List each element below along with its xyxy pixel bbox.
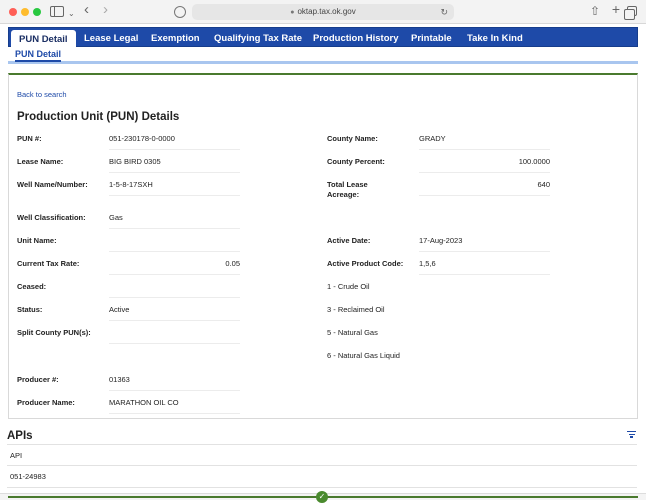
tab-production-history[interactable]: Production History xyxy=(313,28,399,48)
tab-exemption[interactable]: Exemption xyxy=(151,28,200,48)
tab-take-in-kind[interactable]: Take In Kind xyxy=(467,28,523,48)
producer-number-label: Producer #: xyxy=(17,375,59,384)
sub-tab-pun-detail[interactable]: PUN Detail xyxy=(15,49,62,62)
back-arrow-icon[interactable]: ‹ xyxy=(84,2,89,17)
filter-icon[interactable] xyxy=(627,431,636,439)
status-label: Status: xyxy=(17,305,43,314)
pun-label: PUN #: xyxy=(17,134,42,143)
active-date-value: 17-Aug-2023 xyxy=(419,236,550,252)
active-product-code-label: Active Product Code: xyxy=(327,259,404,268)
producer-number-value: 01363 xyxy=(109,375,240,391)
tab-lease-legal[interactable]: Lease Legal xyxy=(84,28,138,48)
well-name-value: 1-5-8-17SXH xyxy=(109,180,240,196)
product-code-item: 6 - Natural Gas Liquid xyxy=(327,351,400,360)
apis-section-title: APIs xyxy=(7,430,33,442)
section-title: Production Unit (PUN) Details xyxy=(17,111,180,123)
chevron-down-icon[interactable]: ⌄ xyxy=(68,7,75,21)
check-circle-icon[interactable]: ✓ xyxy=(316,491,328,503)
table-row: 051-24983 xyxy=(7,466,637,488)
site-settings-icon[interactable] xyxy=(174,6,186,18)
browser-toolbar: ⌄ ‹ › ● oktap.tax.ok.gov ↻ ⇧ + xyxy=(0,0,646,24)
product-code-item: 5 - Natural Gas xyxy=(327,328,378,337)
tab-qualifying-tax-rate[interactable]: Qualifying Tax Rate xyxy=(214,28,302,48)
total-lease-acreage-label: Total Lease Acreage: xyxy=(327,180,368,199)
lease-name-value: BIG BIRD 0305 xyxy=(109,157,240,173)
apis-table: API 051-24983 xyxy=(7,444,637,488)
county-name-label: County Name: xyxy=(327,134,378,143)
product-code-item: 3 - Reclaimed Oil xyxy=(327,305,385,314)
total-lease-acreage-value: 640 xyxy=(419,180,550,196)
lease-name-label: Lease Name: xyxy=(17,157,64,166)
forward-arrow-icon[interactable]: › xyxy=(103,2,108,17)
ceased-value xyxy=(109,282,240,298)
well-classification-label: Well Classification: xyxy=(17,213,86,222)
share-icon[interactable]: ⇧ xyxy=(590,4,600,18)
tab-printable[interactable]: Printable xyxy=(411,28,452,48)
apis-table-header: API xyxy=(7,444,637,466)
tax-rate-label: Current Tax Rate: xyxy=(17,259,80,268)
unit-name-label: Unit Name: xyxy=(17,236,57,245)
producer-name-value: MARATHON OIL CO xyxy=(109,398,240,414)
county-percent-label: County Percent: xyxy=(327,157,385,166)
unit-name-value xyxy=(109,236,240,252)
lock-icon: ● xyxy=(290,9,295,16)
pun-value: 051-230178-0-0000 xyxy=(109,134,240,150)
sub-tab-bar: PUN Detail xyxy=(8,47,638,64)
split-county-label: Split County PUN(s): xyxy=(17,328,91,337)
main-tab-bar: PUN Detail Lease Legal Exemption Qualify… xyxy=(8,27,638,49)
url-text: oktap.tax.ok.gov xyxy=(297,7,356,16)
sidebar-toggle-icon[interactable] xyxy=(50,6,64,17)
back-to-search-link[interactable]: Back to search xyxy=(17,90,67,99)
status-value: Active xyxy=(109,305,240,321)
split-county-value xyxy=(109,328,240,344)
zoom-window-button[interactable] xyxy=(33,8,41,16)
active-product-code-value: 1,5,6 xyxy=(419,259,550,275)
tab-overview-icon[interactable] xyxy=(624,6,637,20)
address-bar[interactable]: ● oktap.tax.ok.gov ↻ xyxy=(192,4,454,20)
ceased-label: Ceased: xyxy=(17,282,47,291)
minimize-window-button[interactable] xyxy=(21,8,29,16)
reload-icon[interactable]: ↻ xyxy=(440,4,448,20)
well-name-label: Well Name/Number: xyxy=(17,180,88,189)
county-percent-value: 100.0000 xyxy=(419,157,550,173)
new-tab-icon[interactable]: + xyxy=(612,2,620,16)
tax-rate-value: 0.05 xyxy=(109,259,240,275)
product-code-item: 1 - Crude Oil xyxy=(327,282,370,291)
close-window-button[interactable] xyxy=(9,8,17,16)
county-name-value: GRADY xyxy=(419,134,550,150)
well-classification-value: Gas xyxy=(109,213,240,229)
pun-details-card: Back to search Production Unit (PUN) Det… xyxy=(8,73,638,419)
producer-name-label: Producer Name: xyxy=(17,398,75,407)
active-date-label: Active Date: xyxy=(327,236,371,245)
